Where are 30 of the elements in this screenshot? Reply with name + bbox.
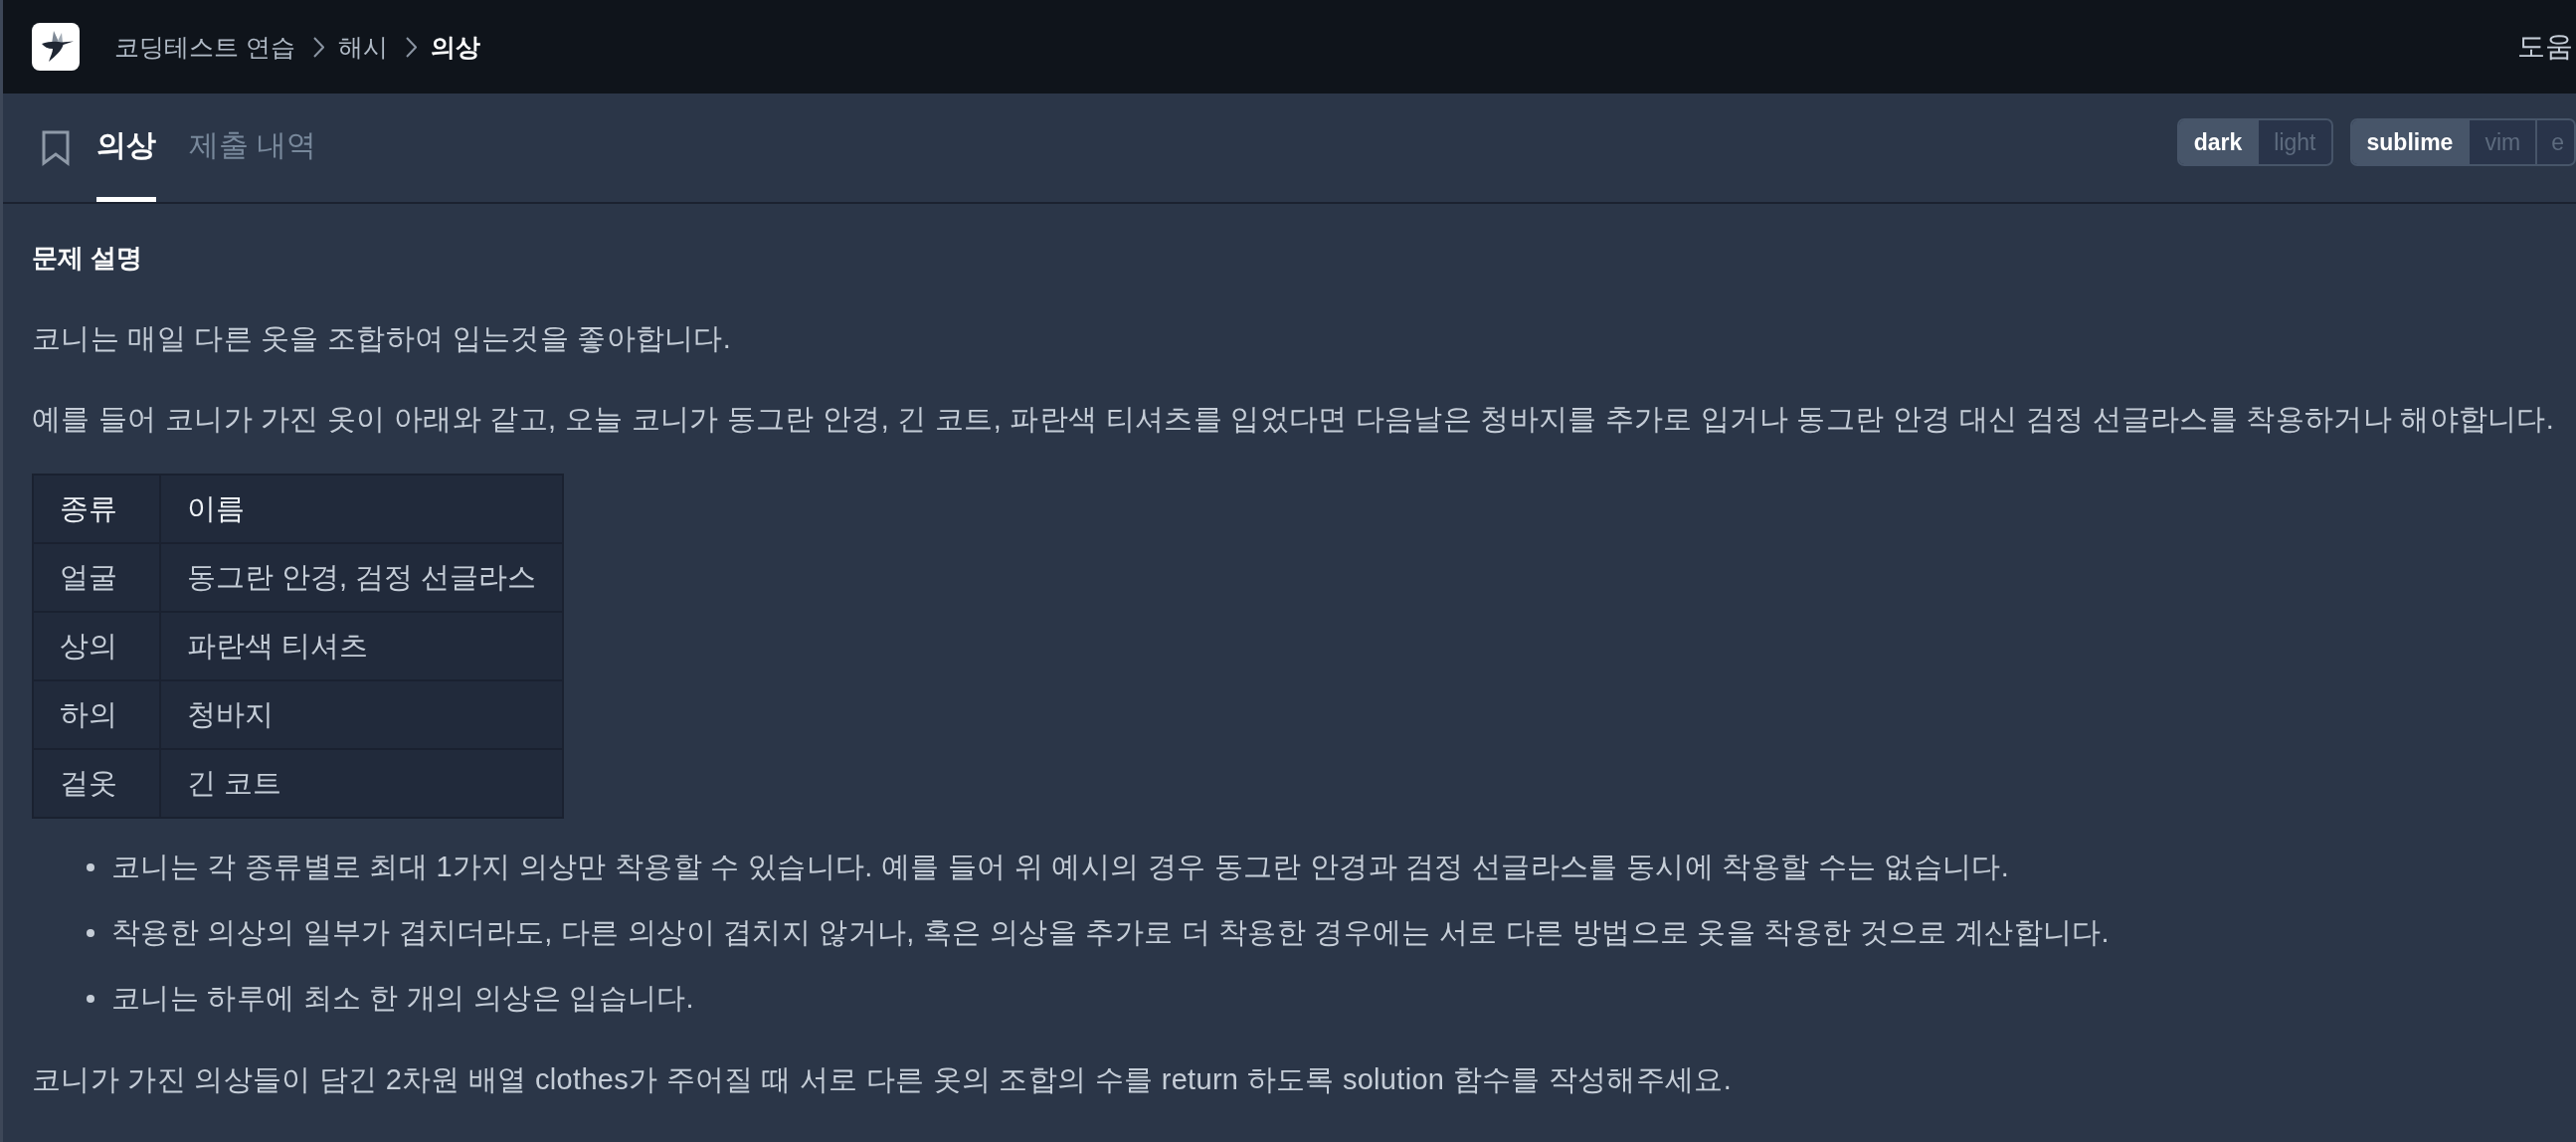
toggle-option[interactable]: dark [2178,120,2258,164]
toggle-option[interactable]: sublime [2351,120,2469,164]
bullet-icon [87,995,94,1003]
breadcrumb-link[interactable]: 해시 [337,30,388,64]
paragraph: 코니가 가진 의상들이 담긴 2차원 배열 clothes가 주어질 때 서로 다른 옷의 조합의 수를 return 하도록 solution 함수를 작성해주세요. [32,1062,1733,1097]
section-heading: 문제 설명 [32,242,144,275]
chevron-right-icon [405,36,417,58]
paragraph: 코니는 매일 다른 옷을 조합하여 입는것을 좋아합니다. [32,321,733,356]
tab[interactable]: 의상 [96,94,156,202]
list-item-text: 코니는 각 종류별로 최대 1가지 의상만 착용할 수 있습니다. 예를 들어 위 예시의 경우 동그란 안경과 검정 선글라스를 동시에 착용할 수는 없습니다. [111,850,2010,884]
bullet-icon [87,863,94,871]
table-header-cell: 이름 [160,475,564,543]
bullet-icon [87,929,94,937]
chevron-right-icon [312,36,324,58]
table-cell: 겉옷 [33,749,160,818]
table-cell: 얼굴 [33,543,160,612]
list-item-text: 착용한 의상의 일부가 겹치더라도, 다른 의상이 겹치지 않거나, 혹은 의상을 추가로 더 착용한 경우에는 서로 다른 방법으로 옷을 착용한 것으로 계산합니다. [111,915,2110,950]
bookmark-icon [42,129,70,166]
table-cell: 청바지 [160,680,564,749]
bird-logo-icon[interactable] [32,23,80,71]
table-cell: 긴 코트 [160,749,564,818]
table-cell: 동그란 안경, 검정 선글라스 [160,543,564,612]
list-item-text: 코니는 하루에 최소 한 개의 의상은 입습니다. [111,981,694,1016]
table-cell: 파란색 티셔츠 [160,612,564,680]
table-cell: 하의 [33,680,160,749]
breadcrumb-link[interactable]: 의상 [430,30,480,64]
table-cell: 상의 [33,612,160,680]
table-header-cell: 종류 [33,475,160,543]
help-link[interactable]: 도움 [2517,29,2573,65]
breadcrumb-link[interactable]: 코딩테스트 연습 [114,30,295,64]
